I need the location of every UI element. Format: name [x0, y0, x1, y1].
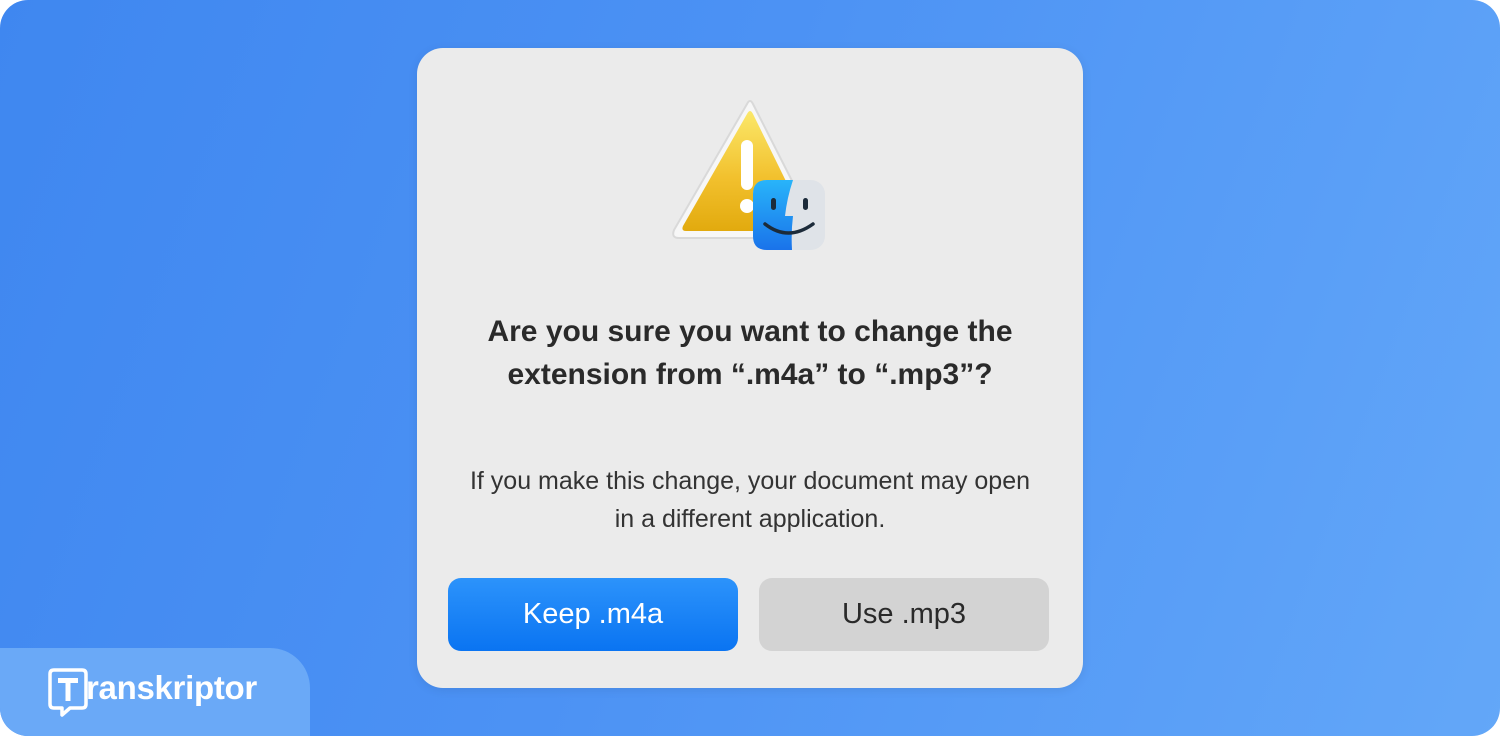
dialog-message: If you make this change, your document m…	[469, 467, 1031, 533]
alert-dialog: Are you sure you want to change the exte…	[417, 48, 1083, 688]
brand-name: ranskriptor	[86, 669, 257, 706]
dialog-title: Are you sure you want to change the exte…	[487, 315, 1013, 391]
use-new-extension-button[interactable]: Use .mp3	[759, 578, 1049, 651]
warning-triangle-with-finder-icon	[672, 100, 825, 250]
transkriptor-logo-icon	[48, 668, 88, 717]
keep-extension-button[interactable]: Keep .m4a	[448, 578, 738, 651]
screen-background: Are you sure you want to change the exte…	[0, 0, 1500, 736]
